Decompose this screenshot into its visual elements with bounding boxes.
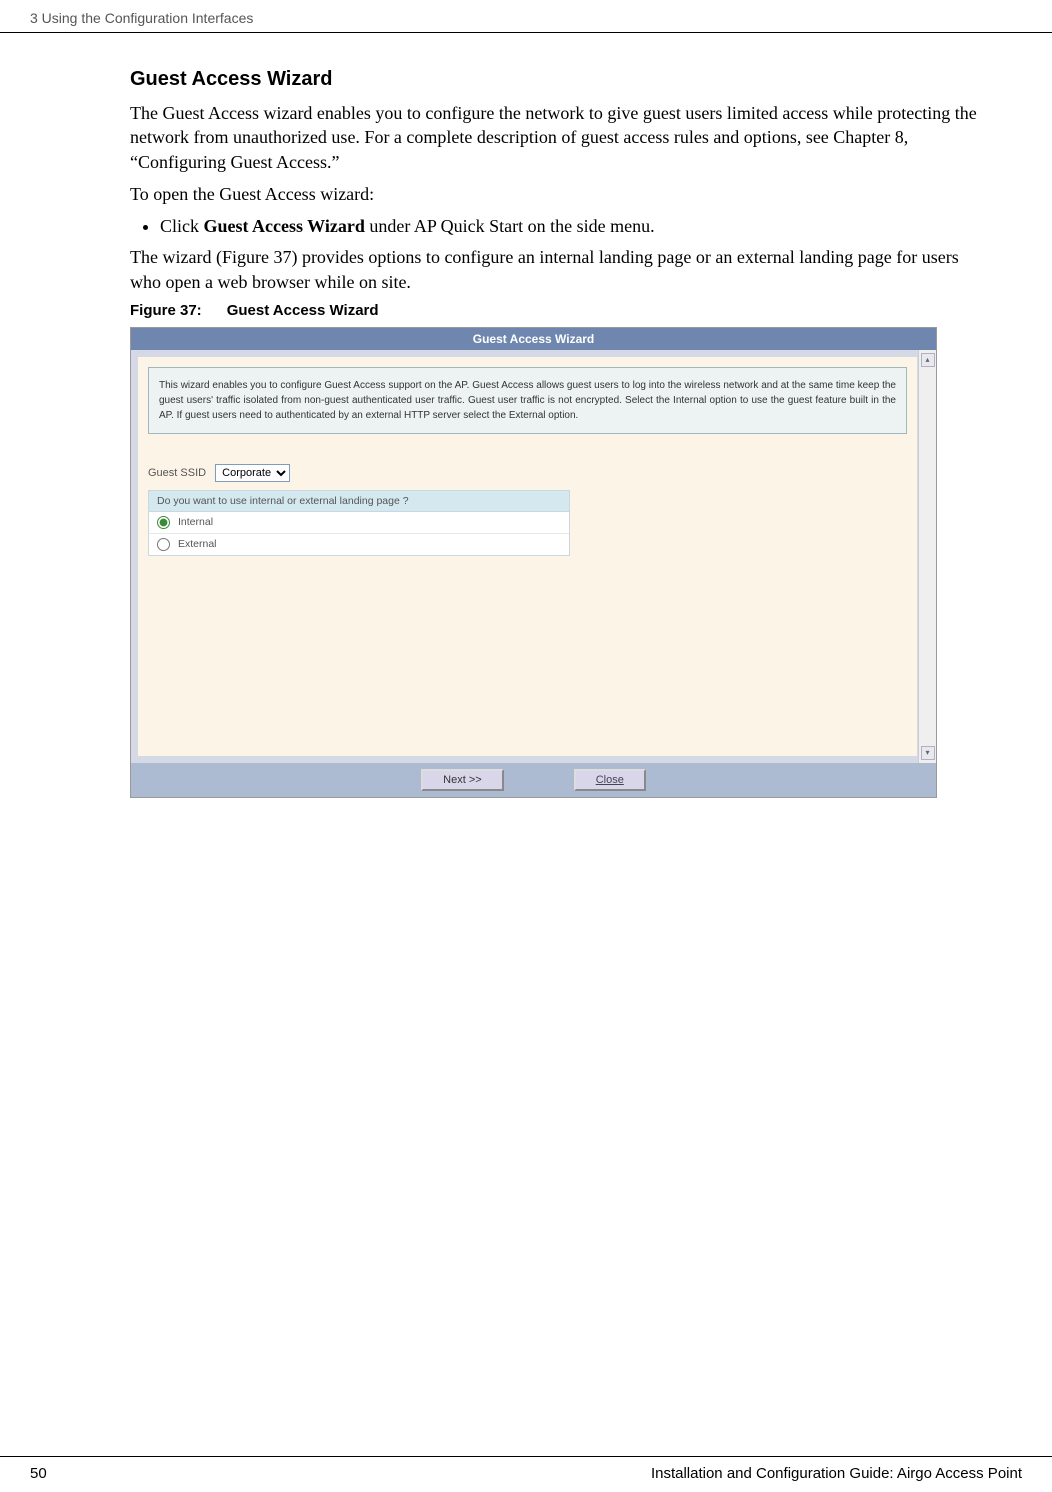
guest-ssid-select[interactable]: Corporate [215,464,290,482]
wizard-dialog: Guest Access Wizard This wizard enables … [130,327,937,798]
wizard-body: This wizard enables you to configure Gue… [131,350,936,763]
internal-label: Internal [178,516,213,528]
figure-title: Guest Access Wizard [227,302,379,319]
scroll-up-icon[interactable]: ▴ [921,353,935,367]
intro-paragraph: The Guest Access wizard enables you to c… [130,101,992,174]
page-header: 3 Using the Configuration Interfaces [0,0,1052,33]
open-instruction: To open the Guest Access wizard: [130,182,992,206]
external-label: External [178,538,217,550]
internal-option[interactable]: Internal [149,512,569,534]
chapter-label: 3 Using the Configuration Interfaces [30,10,253,26]
next-button[interactable]: Next >> [421,769,504,791]
wizard-description-para: The wizard (Figure 37) provides options … [130,245,992,294]
wizard-main: This wizard enables you to configure Gue… [137,356,918,757]
bullet-pre: Click [160,216,204,236]
bullet-bold: Guest Access Wizard [204,216,365,236]
section-title: Guest Access Wizard [130,68,992,91]
close-button[interactable]: Close [574,769,646,791]
landing-page-question-box: Do you want to use internal or external … [148,490,570,556]
guest-ssid-field: Guest SSID Corporate [138,444,917,490]
footer-inner: 50 Installation and Configuration Guide:… [30,1457,1022,1482]
external-radio[interactable] [157,538,170,551]
page-footer: 50 Installation and Configuration Guide:… [0,1456,1052,1482]
instruction-item: Click Guest Access Wizard under AP Quick… [160,214,992,239]
external-option[interactable]: External [149,534,569,555]
bullet-post: under AP Quick Start on the side menu. [365,216,655,236]
wizard-title-bar: Guest Access Wizard [131,328,936,350]
scrollbar[interactable]: ▴ ▾ [918,350,936,763]
wizard-spacer [138,556,917,756]
instruction-list: Click Guest Access Wizard under AP Quick… [160,214,992,239]
internal-radio[interactable] [157,516,170,529]
landing-page-question: Do you want to use internal or external … [149,491,569,512]
figure-caption: Figure 37: Guest Access Wizard [130,302,992,319]
scroll-down-icon[interactable]: ▾ [921,746,935,760]
wizard-footer: Next >> Close [131,763,936,797]
page-content: Guest Access Wizard The Guest Access wiz… [0,33,1052,798]
doc-title: Installation and Configuration Guide: Ai… [651,1465,1022,1482]
guest-ssid-label: Guest SSID [148,467,206,479]
figure-number: Figure 37: [130,302,202,319]
page-number: 50 [30,1465,47,1482]
wizard-description: This wizard enables you to configure Gue… [148,367,907,434]
